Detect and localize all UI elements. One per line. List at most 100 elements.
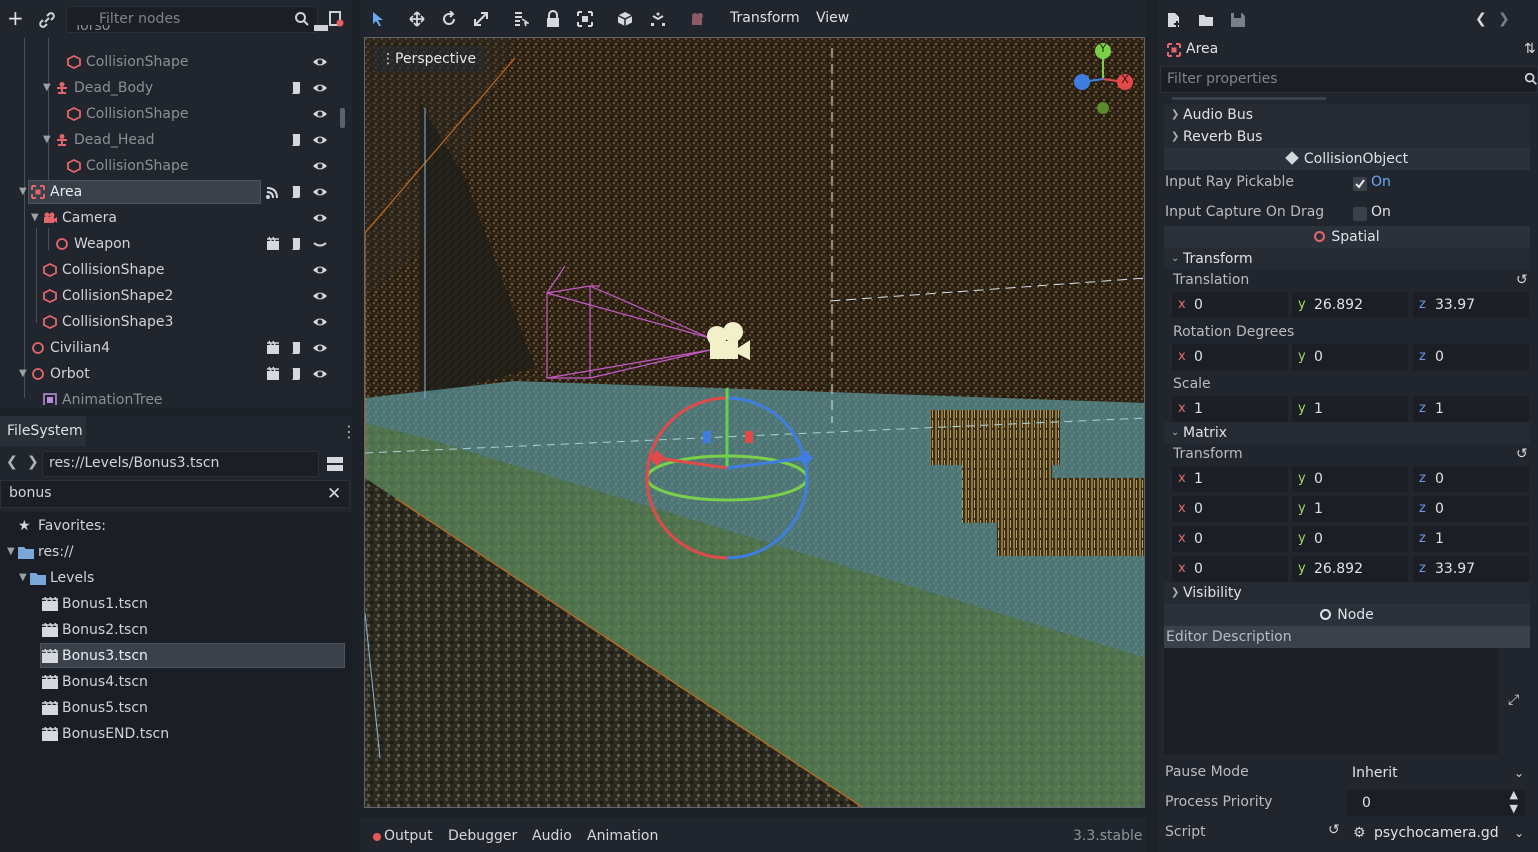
open-scene-icon[interactable] — [265, 340, 281, 356]
script-icon[interactable] — [288, 236, 304, 252]
collapse-arrow-icon[interactable]: ▼ — [31, 205, 39, 231]
visibility-eye-icon[interactable] — [312, 210, 328, 226]
tab-audio[interactable]: Audio — [532, 828, 572, 844]
scale-y-field[interactable]: y1 — [1292, 396, 1408, 422]
file-item-selected[interactable]: Bonus3.tscn — [0, 643, 352, 669]
tree-row-collisionshape[interactable]: CollisionShape — [0, 49, 340, 75]
rotate-tool-icon[interactable] — [441, 11, 457, 27]
rotation-x-field[interactable]: x0 — [1172, 344, 1288, 370]
tree-row-collisionshape[interactable]: CollisionShape — [0, 153, 340, 179]
new-resource-icon[interactable] — [1166, 12, 1182, 28]
category-transform[interactable]: ⌄ Transform — [1164, 248, 1530, 270]
tab-debugger[interactable]: Debugger — [448, 828, 517, 844]
tree-row-animationtree[interactable]: AnimationTree — [0, 387, 340, 405]
filesystem-path-field[interactable]: res://Levels/Bonus3.tscn — [42, 451, 319, 477]
tab-output[interactable]: Output — [384, 828, 433, 844]
visibility-eye-icon[interactable] — [312, 340, 328, 356]
collapse-arrow-icon[interactable]: ▼ — [43, 127, 51, 153]
expand-editor-icon[interactable]: ⤢ — [1508, 692, 1519, 708]
collapse-arrow-icon[interactable]: ▼ — [19, 565, 27, 591]
matrix-row3-x[interactable]: x0 — [1172, 526, 1288, 552]
add-node-icon[interactable]: + — [7, 8, 24, 28]
visibility-eye-icon[interactable] — [312, 314, 328, 330]
file-item[interactable]: BonusEND.tscn — [0, 721, 352, 747]
file-item[interactable]: Bonus4.tscn — [0, 669, 352, 695]
filesystem-search-input[interactable]: bonus — [0, 480, 350, 508]
visibility-eye-icon[interactable] — [312, 184, 328, 200]
camera-override-icon[interactable] — [690, 11, 706, 27]
tree-row-civilian4[interactable]: Civilian4 — [0, 335, 340, 361]
editor-description-textarea[interactable] — [1164, 648, 1498, 754]
matrix-row4-y[interactable]: y 26.892 — [1292, 556, 1408, 582]
script-icon[interactable] — [288, 80, 304, 96]
visibility-hidden-icon[interactable] — [312, 236, 328, 252]
visibility-eye-icon[interactable] — [314, 25, 328, 31]
reset-icon[interactable]: ↺ — [1328, 822, 1340, 838]
list-select-icon[interactable] — [513, 11, 529, 27]
back-arrow-icon[interactable]: ❮ — [6, 454, 18, 470]
tree-row-dead-head[interactable]: ▼ Dead_Head — [0, 127, 340, 153]
rotation-y-field[interactable]: y0 — [1292, 344, 1408, 370]
visibility-eye-icon[interactable] — [312, 132, 328, 148]
scale-x-field[interactable]: x1 — [1172, 396, 1288, 422]
scale-z-field[interactable]: z1 — [1413, 396, 1529, 422]
tree-row-weapon[interactable]: Weapon — [0, 231, 340, 257]
matrix-row1-z[interactable]: z0 — [1413, 466, 1529, 492]
script-icon[interactable] — [288, 340, 304, 356]
tree-row-camera[interactable]: ▼ Camera — [0, 205, 340, 231]
reset-icon[interactable]: ↺ — [1516, 272, 1528, 288]
visibility-eye-icon[interactable] — [312, 80, 328, 96]
input-capture-checkbox[interactable] — [1353, 207, 1367, 221]
tab-filesystem[interactable]: FileSystem — [0, 416, 86, 446]
matrix-row4-z[interactable]: z 33.97 — [1413, 556, 1529, 582]
visibility-eye-icon[interactable] — [312, 106, 328, 122]
local-space-icon[interactable] — [617, 11, 633, 27]
visibility-eye-icon[interactable] — [312, 366, 328, 382]
folder-levels[interactable]: ▼ Levels — [0, 565, 352, 591]
collapse-arrow-icon[interactable]: ▼ — [7, 539, 15, 565]
tree-row-orbot[interactable]: ▼ Orbot — [0, 361, 340, 387]
tree-row-collisionshape[interactable]: CollisionShape — [0, 101, 340, 127]
collapse-arrow-icon[interactable]: ▼ — [19, 361, 27, 387]
3d-viewport[interactable]: ⋮ Perspective Y X — [364, 37, 1145, 808]
matrix-row1-y[interactable]: y0 — [1292, 466, 1408, 492]
menu-transform[interactable]: Transform — [730, 10, 800, 26]
tree-row-dead-body[interactable]: ▼ Dead_Body — [0, 75, 340, 101]
clear-search-icon[interactable]: ✕ — [327, 484, 341, 504]
script-icon[interactable] — [288, 132, 304, 148]
matrix-row1-x[interactable]: x1 — [1172, 466, 1288, 492]
process-priority-spinbox[interactable]: 0 ▲ ▼ — [1346, 788, 1526, 816]
category-visibility[interactable]: ❯ Visibility — [1164, 582, 1530, 604]
translation-y-field[interactable]: y 26.892 — [1292, 292, 1408, 318]
visibility-eye-icon[interactable] — [312, 288, 328, 304]
pause-mode-select[interactable]: Inherit ⌄ — [1346, 760, 1532, 786]
history-back-icon[interactable]: ❮ — [1475, 11, 1487, 27]
dock-menu-icon[interactable]: ⋮ — [341, 422, 357, 441]
rotation-z-field[interactable]: z0 — [1413, 344, 1529, 370]
script-resource-picker[interactable]: ⚙ psychocamera.gd ⌄ — [1346, 820, 1532, 846]
open-scene-icon[interactable] — [265, 366, 281, 382]
reset-icon[interactable]: ↺ — [1516, 446, 1528, 462]
script-icon[interactable] — [288, 366, 304, 382]
category-reverb-bus[interactable]: ❯ Reverb Bus — [1164, 126, 1530, 148]
tab-animation[interactable]: Animation — [587, 828, 658, 844]
open-scene-icon[interactable] — [265, 236, 281, 252]
file-item[interactable]: Bonus2.tscn — [0, 617, 352, 643]
category-audio-bus[interactable]: ❯ Audio Bus — [1164, 104, 1530, 126]
category-matrix[interactable]: ⌄ Matrix — [1164, 422, 1530, 444]
scale-tool-icon[interactable] — [473, 11, 489, 27]
tree-row-torso[interactable]: Torso — [0, 25, 340, 39]
file-item[interactable]: Bonus1.tscn — [0, 591, 352, 617]
object-tools-icon[interactable]: ⇅ — [1524, 41, 1536, 57]
tree-row-area[interactable]: ▼ Area — [0, 179, 340, 205]
matrix-row2-z[interactable]: z0 — [1413, 496, 1529, 522]
tree-row-collisionshape3[interactable]: CollisionShape3 — [0, 309, 340, 335]
collapse-arrow-icon[interactable]: ▼ — [19, 179, 27, 205]
filter-properties-input[interactable]: Filter properties — [1160, 66, 1538, 93]
matrix-row4-x[interactable]: x0 — [1172, 556, 1288, 582]
visibility-eye-icon[interactable] — [312, 54, 328, 70]
menu-view[interactable]: View — [816, 10, 849, 26]
folder-res-root[interactable]: ▼ res:// — [0, 539, 352, 565]
perspective-menu-button[interactable]: ⋮ Perspective — [373, 46, 487, 72]
file-item[interactable]: Bonus5.tscn — [0, 695, 352, 721]
